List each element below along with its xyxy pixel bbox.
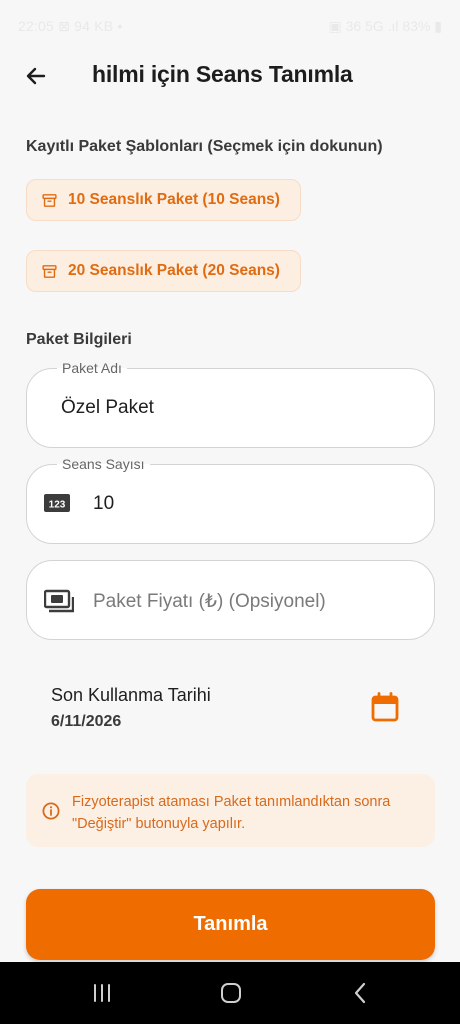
session-count-field[interactable]: Seans Sayısı 123 10 — [26, 456, 435, 544]
info-text: Fizyoterapist ataması Paket tanımlandıkt… — [72, 794, 391, 832]
app-bar: hilmi için Seans Tanımla — [0, 52, 460, 98]
home-icon — [221, 983, 241, 1003]
status-bar: 22:05 ⊠ 94 KB • ▣ 36 5G .ıl 83% ▮ — [0, 0, 460, 50]
info-icon — [42, 802, 60, 825]
expiry-date-label: Son Kullanma Tarihi — [51, 685, 211, 705]
submit-button[interactable]: Tanımla — [26, 889, 435, 960]
session-count-label: Seans Sayısı — [57, 456, 150, 472]
package-info-section-label: Paket Bilgileri — [26, 331, 132, 348]
page-title: hilmi için Seans Tanımla — [92, 61, 353, 87]
123-icon: 123 — [44, 493, 70, 518]
session-count-value: 10 — [93, 493, 115, 514]
system-back-button[interactable] — [340, 978, 380, 1008]
svg-text:123: 123 — [49, 500, 66, 511]
recent-apps-icon — [94, 984, 110, 1002]
package-name-label: Paket Adı — [57, 360, 127, 376]
templates-section-label: Kayıtlı Paket Şablonları (Seçmek için do… — [26, 138, 383, 155]
template-chip-10[interactable]: 10 Seanslık Paket (10 Seans) — [26, 179, 301, 221]
recent-apps-button[interactable] — [82, 978, 122, 1008]
arrow-left-icon — [26, 67, 46, 85]
package-price-field[interactable]: Paket Fiyatı (₺) (Opsiyonel) — [26, 560, 435, 640]
back-button[interactable] — [20, 60, 52, 92]
money-icon — [43, 589, 75, 618]
chevron-left-icon — [354, 982, 366, 1004]
system-nav-bar — [0, 962, 460, 1024]
archive-icon — [40, 262, 58, 280]
template-chip-label: 10 Seanslık Paket (10 Seans) — [68, 191, 280, 208]
expiry-date-row[interactable]: Son Kullanma Tarihi 6/11/2026 — [26, 670, 435, 746]
package-price-placeholder: Paket Fiyatı (₺) (Opsiyonel) — [93, 591, 326, 612]
package-name-value: Özel Paket — [61, 397, 154, 418]
template-chip-20[interactable]: 20 Seanslık Paket (20 Seans) — [26, 250, 301, 292]
template-chip-label: 20 Seanslık Paket (20 Seans) — [68, 262, 280, 279]
status-time: 22:05 ⊠ 94 KB • — [18, 18, 123, 34]
info-box: Fizyoterapist ataması Paket tanımlandıkt… — [26, 774, 435, 847]
home-button[interactable] — [211, 978, 251, 1008]
calendar-icon[interactable] — [371, 692, 399, 727]
status-indicators: ▣ 36 5G .ıl 83% ▮ — [328, 18, 442, 34]
expiry-date-value: 6/11/2026 — [51, 713, 122, 730]
package-name-field[interactable]: Paket Adı Özel Paket — [26, 360, 435, 448]
archive-icon — [40, 191, 58, 209]
